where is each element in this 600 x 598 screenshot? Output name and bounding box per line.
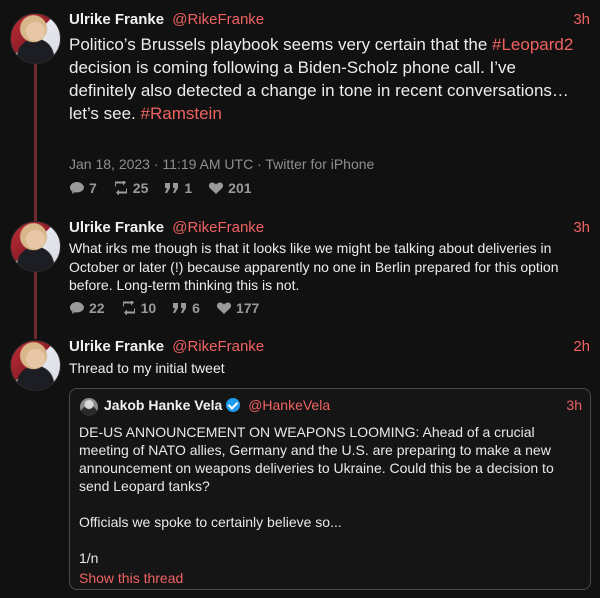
heart-icon — [208, 181, 224, 195]
reply-icon — [69, 301, 85, 315]
retweet-action[interactable]: 10 — [121, 299, 156, 316]
tweet-text: Politico’s Brussels playbook seems very … — [69, 35, 574, 123]
author-name[interactable]: Ulrike Franke — [69, 338, 164, 355]
tweet-actions: 22 10 6 177 — [69, 299, 259, 316]
author-handle[interactable]: @RikeFranke — [172, 338, 264, 355]
author-handle[interactable]: @RikeFranke — [172, 219, 264, 236]
tweet-2[interactable]: Ulrike Franke @RikeFranke 3h What irks m… — [0, 210, 600, 330]
author-name[interactable]: Ulrike Franke — [69, 11, 164, 28]
avatar[interactable] — [10, 221, 61, 272]
like-action[interactable]: 201 — [208, 180, 252, 196]
quoted-text: DE-US ANNOUNCEMENT ON WEAPONS LOOMING: A… — [79, 424, 554, 566]
quoted-author-handle[interactable]: @HankeVela — [248, 397, 330, 413]
quoted-avatar[interactable] — [80, 398, 98, 416]
reply-action[interactable]: 22 — [69, 300, 105, 316]
avatar[interactable] — [10, 340, 61, 391]
author-name[interactable]: Ulrike Franke — [69, 219, 164, 236]
tweet-1[interactable]: Ulrike Franke @RikeFranke 3h Politico’s … — [0, 0, 600, 210]
hashtag-link[interactable]: #Ramstein — [141, 104, 222, 123]
quote-icon — [164, 181, 180, 195]
quoted-author-name[interactable]: Jakob Hanke Vela — [104, 397, 222, 413]
tweet-text: What irks me though is that it looks lik… — [69, 240, 559, 293]
like-action[interactable]: 177 — [216, 300, 259, 316]
author-handle[interactable]: @RikeFranke — [172, 11, 264, 28]
verified-badge-icon — [226, 398, 241, 412]
tweet-time[interactable]: 3h — [573, 219, 590, 236]
tweet-meta: Jan 18, 2023 · 11:19 AM UTC · Twitter fo… — [69, 156, 375, 172]
quote-action[interactable]: 1 — [164, 180, 192, 196]
quote-icon — [172, 301, 188, 315]
hashtag-link[interactable]: #Leopard2 — [492, 35, 573, 54]
quote-action[interactable]: 6 — [172, 300, 200, 316]
quoted-tweet[interactable]: Jakob Hanke Vela @HankeVela 3h DE-US ANN… — [69, 388, 591, 590]
reply-action[interactable]: 7 — [69, 180, 97, 196]
quoted-time[interactable]: 3h — [566, 397, 582, 413]
reply-icon — [69, 181, 85, 195]
tweet-time[interactable]: 2h — [573, 338, 590, 355]
tweet-actions: 7 25 1 201 — [69, 179, 252, 196]
tweet-text: Thread to my initial tweet — [69, 360, 225, 376]
retweet-icon — [113, 179, 129, 196]
show-thread-link[interactable]: Show this thread — [79, 570, 183, 586]
tweet-time[interactable]: 3h — [573, 11, 590, 28]
retweet-icon — [121, 299, 137, 316]
heart-icon — [216, 301, 232, 315]
avatar[interactable] — [10, 13, 61, 64]
retweet-action[interactable]: 25 — [113, 179, 148, 196]
